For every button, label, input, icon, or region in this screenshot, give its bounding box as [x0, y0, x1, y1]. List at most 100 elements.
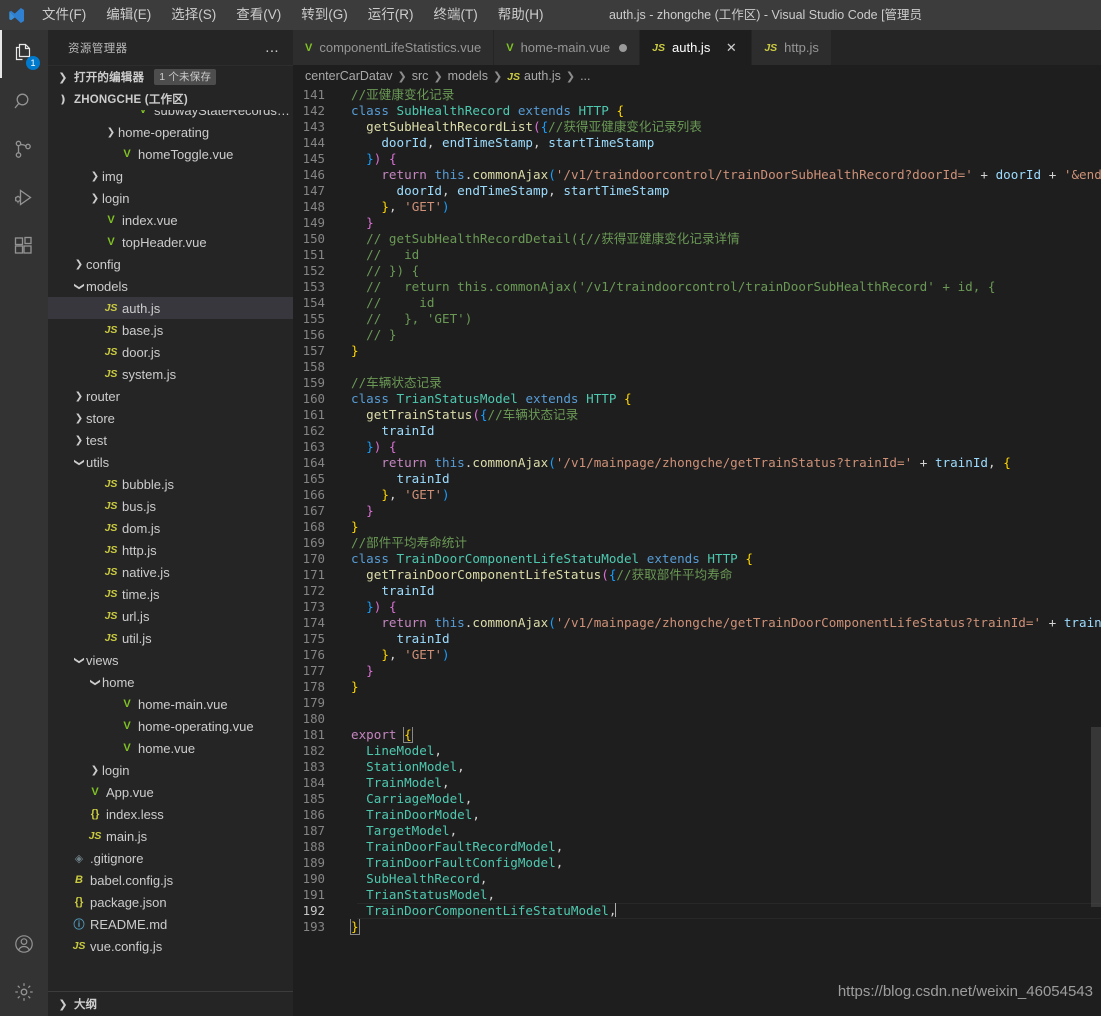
code-line[interactable]: 190 SubHealthRecord,: [293, 871, 1101, 887]
breadcrumb[interactable]: centerCarDatav ❯ src ❯ models ❯ JS auth.js ❯...: [293, 65, 1101, 87]
tree-item[interactable]: JS util.js: [48, 627, 293, 649]
code-line[interactable]: 171 getTrainDoorComponentLifeStatus({//获…: [293, 567, 1101, 583]
menu-view[interactable]: 查看(V): [228, 2, 289, 28]
tree-item[interactable]: ❯ img: [48, 165, 293, 187]
tree-item[interactable]: Vindex.vue: [48, 209, 293, 231]
tab-dirty-indicator[interactable]: [619, 43, 628, 52]
tree-item[interactable]: ❯ models: [48, 275, 293, 297]
tree-item[interactable]: Vhome.vue: [48, 737, 293, 759]
code-line[interactable]: 193}: [293, 919, 1101, 935]
tree-item[interactable]: ❯ config: [48, 253, 293, 275]
code-line[interactable]: 146 return this.commonAjax('/v1/traindoo…: [293, 167, 1101, 183]
editor-tab[interactable]: Vhome-main.vue: [494, 30, 641, 65]
code-line[interactable]: 170 class TrainDoorComponentLifeStatuMode…: [293, 551, 1101, 567]
code-line[interactable]: 164 return this.commonAjax('/v1/mainpage…: [293, 455, 1101, 471]
code-line[interactable]: 151 // id: [293, 247, 1101, 263]
tree-item[interactable]: JS base.js: [48, 319, 293, 341]
tree-item[interactable]: JS url.js: [48, 605, 293, 627]
code-line[interactable]: 153 // return this.commonAjax('/v1/train…: [293, 279, 1101, 295]
tree-item[interactable]: {} index.less: [48, 803, 293, 825]
tree-item[interactable]: ❯ login: [48, 759, 293, 781]
editor-tab[interactable]: JS auth.js ✕: [640, 30, 753, 65]
code-line[interactable]: 175 trainId: [293, 631, 1101, 647]
code-line[interactable]: 160 class TrianStatusModel extends HTTP {: [293, 391, 1101, 407]
code-line[interactable]: 161 getTrainStatus({//车辆状态记录: [293, 407, 1101, 423]
search-icon[interactable]: [0, 78, 48, 126]
code-line[interactable]: 155 // }, 'GET'): [293, 311, 1101, 327]
code-line[interactable]: 186 TrainDoorModel,: [293, 807, 1101, 823]
tree-item[interactable]: JS bus.js: [48, 495, 293, 517]
code-line[interactable]: 158: [293, 359, 1101, 375]
code-line[interactable]: 169 //部件平均寿命统计: [293, 535, 1101, 551]
breadcrumb-item[interactable]: ...: [580, 69, 590, 83]
code-line[interactable]: 191 TrianStatusModel,: [293, 887, 1101, 903]
menu-selection[interactable]: 选择(S): [163, 2, 224, 28]
breadcrumb-item[interactable]: src: [412, 69, 429, 83]
settings-gear-icon[interactable]: [0, 968, 48, 1016]
code-line[interactable]: 176 }, 'GET'): [293, 647, 1101, 663]
tree-item[interactable]: JS http.js: [48, 539, 293, 561]
tree-item[interactable]: JS door.js: [48, 341, 293, 363]
account-icon[interactable]: [0, 920, 48, 968]
menu-go[interactable]: 转到(G): [293, 2, 356, 28]
tree-item[interactable]: JS native.js: [48, 561, 293, 583]
code-line[interactable]: 178}: [293, 679, 1101, 695]
tree-item[interactable]: ❯ utils: [48, 451, 293, 473]
section-open-editors[interactable]: ❯ 打开的编辑器 1 个未保存: [48, 65, 293, 88]
code-line[interactable]: 183 StationModel,: [293, 759, 1101, 775]
menu-file[interactable]: 文件(F): [34, 2, 94, 28]
tree-item[interactable]: {} package.json: [48, 891, 293, 913]
code-line[interactable]: 159 //车辆状态记录: [293, 375, 1101, 391]
code-line[interactable]: 149 }: [293, 215, 1101, 231]
code-line[interactable]: 192 TrainDoorComponentLifeStatuModel,: [293, 903, 1101, 919]
code-line[interactable]: 163 }) {: [293, 439, 1101, 455]
code-line[interactable]: 180: [293, 711, 1101, 727]
code-line[interactable]: 172 trainId: [293, 583, 1101, 599]
code-line[interactable]: 166 }, 'GET'): [293, 487, 1101, 503]
code-line[interactable]: 154 // id: [293, 295, 1101, 311]
code-line[interactable]: 143 getSubHealthRecordList({//获得亚健康变化记录列…: [293, 119, 1101, 135]
menu-edit[interactable]: 编辑(E): [98, 2, 159, 28]
code-line[interactable]: 142 class SubHealthRecord extends HTTP {: [293, 103, 1101, 119]
tree-item[interactable]: JS vue.config.js: [48, 935, 293, 957]
code-line[interactable]: 184 TrainModel,: [293, 775, 1101, 791]
editor-tab[interactable]: VcomponentLifeStatistics.vue: [293, 30, 495, 65]
editor-tab[interactable]: JS http.js: [752, 30, 832, 65]
tree-item[interactable]: VhomeToggle.vue: [48, 143, 293, 165]
extensions-icon[interactable]: [0, 222, 48, 270]
code-line[interactable]: 182 LineModel,: [293, 743, 1101, 759]
code-line[interactable]: 174 return this.commonAjax('/v1/mainpage…: [293, 615, 1101, 631]
code-line[interactable]: 185 CarriageModel,: [293, 791, 1101, 807]
code-line[interactable]: 157}: [293, 343, 1101, 359]
tree-item[interactable]: ❯ store: [48, 407, 293, 429]
code-line[interactable]: 189 TrainDoorFaultConfigModel,: [293, 855, 1101, 871]
tree-item[interactable]: ❯ views: [48, 649, 293, 671]
tree-item[interactable]: V App.vue: [48, 781, 293, 803]
tree-item[interactable]: JS main.js: [48, 825, 293, 847]
source-control-icon[interactable]: [0, 126, 48, 174]
tree-item[interactable]: JS dom.js: [48, 517, 293, 539]
tree-item[interactable]: Vhome-operating.vue: [48, 715, 293, 737]
tree-item[interactable]: ◈ .gitignore: [48, 847, 293, 869]
breadcrumb-item[interactable]: JS auth.js: [507, 69, 561, 83]
code-line[interactable]: 168}: [293, 519, 1101, 535]
code-line[interactable]: 188 TrainDoorFaultRecordModel,: [293, 839, 1101, 855]
more-actions-icon[interactable]: ...: [259, 40, 285, 55]
code-line[interactable]: 162 trainId: [293, 423, 1101, 439]
code-line[interactable]: 177 }: [293, 663, 1101, 679]
code-line[interactable]: 187 TargetModel,: [293, 823, 1101, 839]
run-and-debug-icon[interactable]: [0, 174, 48, 222]
code-line[interactable]: 179: [293, 695, 1101, 711]
code-line[interactable]: 141 //亚健康变化记录: [293, 87, 1101, 103]
code-line[interactable]: 148 }, 'GET'): [293, 199, 1101, 215]
menu-run[interactable]: 运行(R): [360, 2, 422, 28]
tree-item[interactable]: VtopHeader.vue: [48, 231, 293, 253]
code-line[interactable]: 181 export {: [293, 727, 1101, 743]
code-editor[interactable]: 141 //亚健康变化记录 142 class SubHealthRecord ext…: [293, 87, 1101, 1016]
code-line[interactable]: 150 // getSubHealthRecordDetail({//获得亚健康…: [293, 231, 1101, 247]
menu-help[interactable]: 帮助(H): [490, 2, 552, 28]
tree-item[interactable]: ❯ router: [48, 385, 293, 407]
menu-terminal[interactable]: 终端(T): [426, 2, 486, 28]
code-line[interactable]: 152 // }) {: [293, 263, 1101, 279]
tree-item[interactable]: ❯ home-operating: [48, 121, 293, 143]
